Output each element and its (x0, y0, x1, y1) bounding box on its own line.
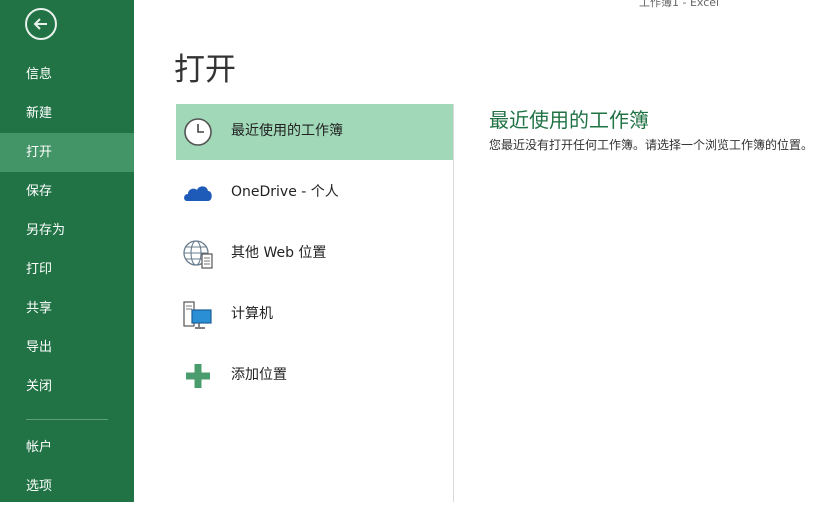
back-button[interactable] (25, 8, 57, 40)
place-computer[interactable]: 计算机 (176, 287, 453, 343)
place-label: 添加位置 (231, 367, 287, 383)
sidebar-divider (26, 419, 108, 420)
plus-icon (186, 364, 210, 388)
sidebar-item-save[interactable]: 保存 (0, 172, 134, 211)
place-recent-workbooks[interactable]: 最近使用的工作簿 (176, 104, 453, 160)
clock-icon (184, 118, 212, 146)
window-title: 工作簿1 - Excel (639, 0, 720, 9)
backstage-sidebar: 信息 新建 打开 保存 另存为 打印 共享 导出 关闭 帐户 选项 (0, 0, 134, 502)
cloud-icon (184, 186, 212, 201)
globe-icon (183, 240, 213, 269)
computer-icon (183, 301, 212, 329)
place-label: 其他 Web 位置 (231, 245, 327, 261)
recent-empty-message: 您最近没有打开任何工作簿。请选择一个浏览工作簿的位置。 (489, 138, 814, 152)
sidebar-item-options[interactable]: 选项 (0, 467, 134, 506)
sidebar-item-print[interactable]: 打印 (0, 250, 134, 289)
page-title: 打开 (174, 52, 236, 88)
place-label: 最近使用的工作簿 (231, 123, 343, 139)
sidebar-item-new[interactable]: 新建 (0, 94, 134, 133)
place-onedrive[interactable]: OneDrive - 个人 (176, 165, 453, 221)
sidebar-item-save-as[interactable]: 另存为 (0, 211, 134, 250)
place-label: 计算机 (231, 306, 273, 322)
places-list: 最近使用的工作簿 OneDrive - 个人 其他 Web 位置 计算机 添加位… (176, 104, 453, 409)
back-arrow-icon (33, 18, 47, 30)
sidebar-item-info[interactable]: 信息 (0, 55, 134, 94)
sidebar-item-share[interactable]: 共享 (0, 289, 134, 328)
recent-workbooks-heading: 最近使用的工作簿 (489, 108, 649, 132)
sidebar-item-account[interactable]: 帐户 (0, 428, 134, 467)
panel-divider (453, 104, 454, 502)
sidebar-item-export[interactable]: 导出 (0, 328, 134, 367)
place-add-location[interactable]: 添加位置 (176, 348, 453, 404)
place-other-web[interactable]: 其他 Web 位置 (176, 226, 453, 282)
sidebar-item-open[interactable]: 打开 (0, 133, 134, 172)
place-label: OneDrive - 个人 (231, 184, 339, 200)
sidebar-item-close[interactable]: 关闭 (0, 367, 134, 406)
